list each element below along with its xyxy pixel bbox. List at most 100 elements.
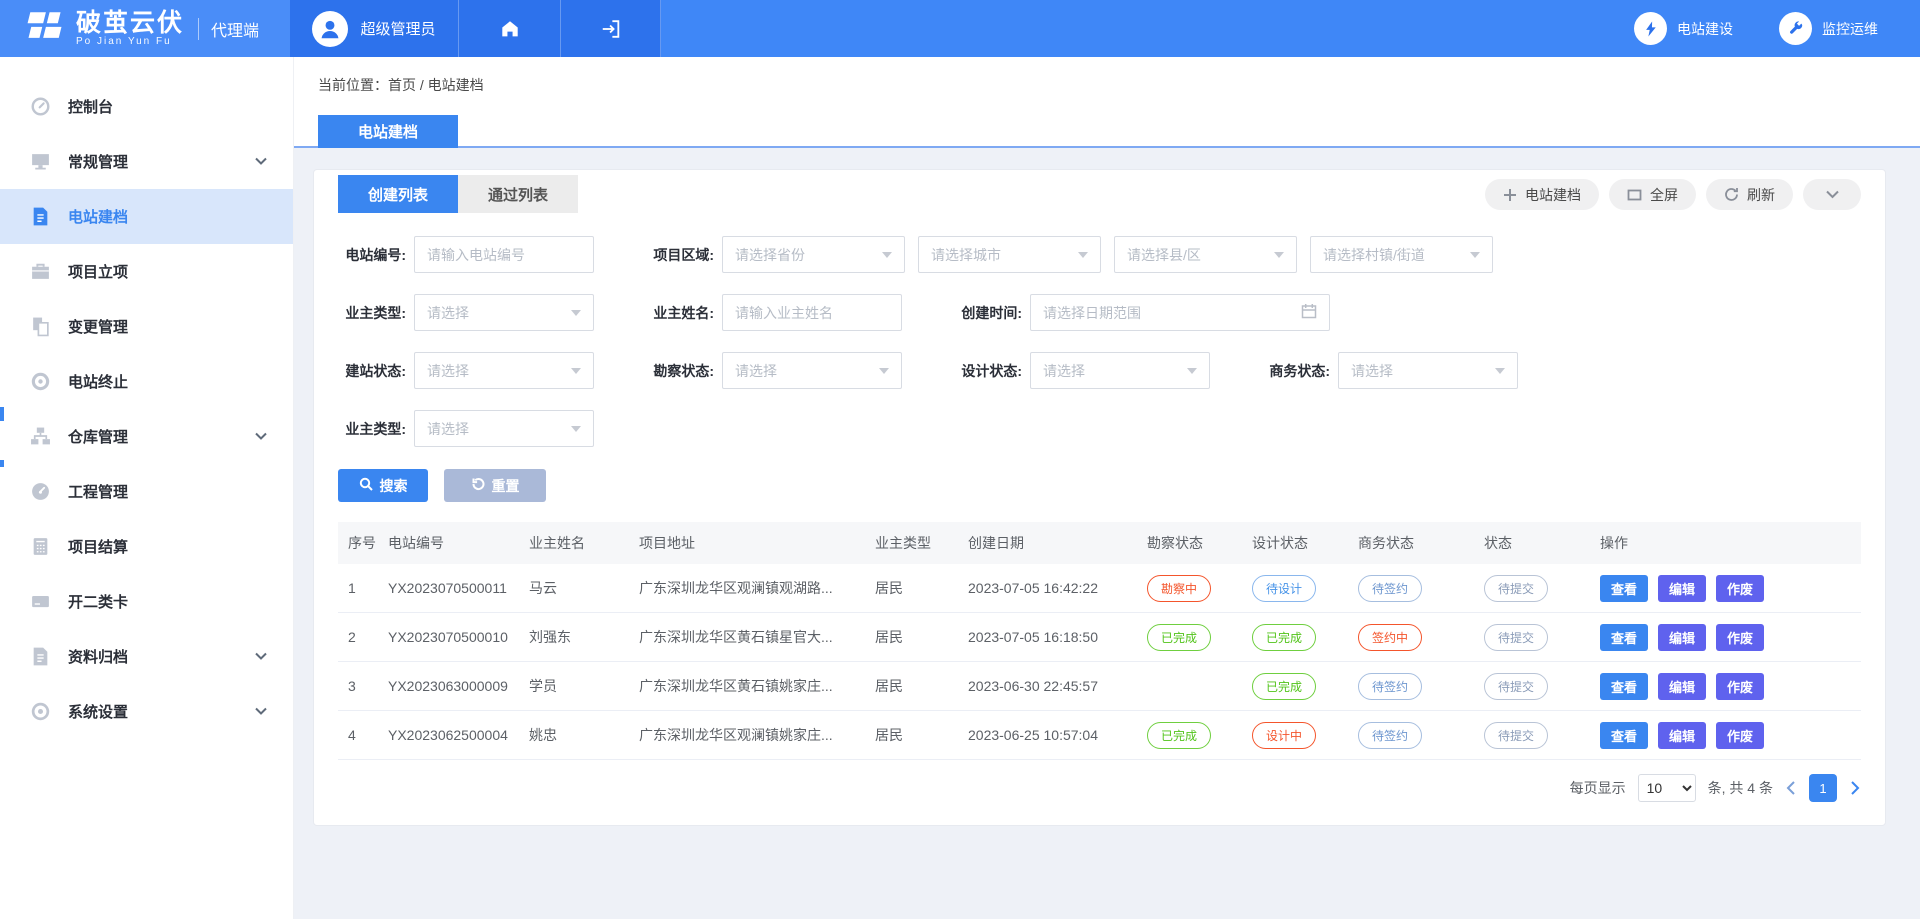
main-content: 当前位置：首页 / 电站建档 电站建档 创建列表 通过列表 电站建档 全屏: [294, 57, 1920, 919]
breadcrumb-path[interactable]: 首页 / 电站建档: [388, 77, 484, 93]
edit-button[interactable]: 编辑: [1658, 673, 1706, 700]
monitor-icon: [30, 151, 51, 172]
design-status-select[interactable]: 请选择: [1030, 352, 1210, 389]
table-row: 2 YX2023070500010 刘强东 广东深圳龙华区黄石镇星官大... 居…: [338, 613, 1861, 662]
cell-owner: 刘强东: [529, 627, 639, 647]
sidebar-item-data-archive[interactable]: 资料归档: [0, 629, 293, 684]
sidebar-item-open-class2-card[interactable]: 开二类卡: [0, 574, 293, 629]
city-select[interactable]: 请选择城市: [918, 236, 1101, 273]
document-icon: [30, 206, 51, 227]
owner-type-select[interactable]: 请选择: [414, 294, 594, 331]
logo-subtitle: Po Jian Yun Fu: [76, 36, 184, 47]
station-no-input[interactable]: 请输入电站编号: [414, 236, 594, 273]
sidebar-item-warehouse-mgmt[interactable]: 仓库管理: [0, 409, 293, 464]
sidebar-item-change-mgmt[interactable]: 变更管理: [0, 299, 293, 354]
chevron-down-icon: [255, 428, 267, 446]
town-select[interactable]: 请选择村镇/街道: [1310, 236, 1493, 273]
sidebar-item-project-settlement[interactable]: 项目结算: [0, 519, 293, 574]
col-header: 业主类型: [875, 533, 968, 553]
sidebar-item-station-archive[interactable]: 电站建档: [0, 189, 293, 244]
header-user-zone: 超级管理员: [290, 0, 661, 57]
logout-icon: [600, 18, 622, 40]
chevron-down-icon: [255, 153, 267, 171]
void-button[interactable]: 作废: [1716, 722, 1764, 749]
cell-no: 4: [348, 727, 388, 743]
nav-monitor-ops-label: 监控运维: [1822, 19, 1878, 39]
edit-button[interactable]: 编辑: [1658, 722, 1706, 749]
sidebar-item-project-approval[interactable]: 项目立项: [0, 244, 293, 299]
filter-row-1: 电站编号: 请输入电站编号 项目区域: 请选择省份 请选择城市 请选择县/区 请…: [338, 236, 1861, 273]
home-button[interactable]: [459, 0, 561, 57]
cell-owner-type: 居民: [875, 578, 968, 598]
next-page-button[interactable]: [1849, 780, 1861, 796]
page-tab-station-archive[interactable]: 电站建档: [318, 115, 458, 148]
view-button[interactable]: 查看: [1600, 722, 1648, 749]
prev-page-button[interactable]: [1785, 780, 1797, 796]
business-status-select[interactable]: 请选择: [1338, 352, 1518, 389]
date-range-input[interactable]: 请选择日期范围: [1030, 294, 1330, 331]
cell-owner: 马云: [529, 578, 639, 598]
view-button[interactable]: 查看: [1600, 575, 1648, 602]
filter-label: 业主类型:: [338, 419, 406, 439]
page-number-current[interactable]: 1: [1809, 774, 1837, 802]
status-badge: 已完成: [1252, 624, 1316, 651]
void-button[interactable]: 作废: [1716, 673, 1764, 700]
view-button[interactable]: 查看: [1600, 624, 1648, 651]
sidebar-scrollbar-segment[interactable]: [0, 407, 4, 421]
tab-passed-list[interactable]: 通过列表: [458, 175, 578, 213]
sidebar-item-label: 电站终止: [68, 371, 267, 392]
cell-owner: 姚忠: [529, 725, 639, 745]
sidebar: 控制台 常规管理 电站建档 项目立项 变更管理 电站终止 仓库管理: [0, 57, 294, 919]
collapse-toolbar-button[interactable]: [1803, 179, 1861, 210]
caret-down-icon: [1078, 252, 1088, 258]
build-status-select[interactable]: 请选择: [414, 352, 594, 389]
briefcase-icon: [30, 261, 51, 282]
per-page-select[interactable]: 10: [1638, 774, 1696, 802]
sidebar-item-label: 开二类卡: [68, 591, 267, 612]
view-button[interactable]: 查看: [1600, 673, 1648, 700]
sidebar-item-system-settings[interactable]: 系统设置: [0, 684, 293, 739]
search-button[interactable]: 搜索: [338, 469, 428, 502]
status-badge: 待提交: [1484, 624, 1548, 651]
refresh-button[interactable]: 刷新: [1706, 179, 1793, 210]
sidebar-item-general-mgmt[interactable]: 常规管理: [0, 134, 293, 189]
filter-label: 商务状态:: [1262, 361, 1330, 381]
void-button[interactable]: 作废: [1716, 624, 1764, 651]
row-actions: 查看 编辑 作废: [1600, 575, 1861, 602]
fullscreen-button[interactable]: 全屏: [1609, 179, 1696, 210]
owner-type-select-2[interactable]: 请选择: [414, 410, 594, 447]
sidebar-item-station-terminate[interactable]: 电站终止: [0, 354, 293, 409]
filter-create-time: 创建时间: 请选择日期范围: [954, 294, 1330, 331]
col-header: 业主姓名: [529, 533, 639, 553]
logo: 破茧云伏 Po Jian Yun Fu 代理端: [0, 0, 290, 57]
nav-monitor-ops[interactable]: 监控运维: [1779, 12, 1878, 45]
province-select[interactable]: 请选择省份: [722, 236, 905, 273]
col-header: 操作: [1600, 533, 1861, 553]
logout-button[interactable]: [561, 0, 661, 57]
placeholder-text: 请选择: [427, 361, 469, 381]
filter-row-2: 业主类型: 请选择 业主姓名: 请输入业主姓名 创建时间: 请选择日期范围: [338, 294, 1861, 331]
owner-name-input[interactable]: 请输入业主姓名: [722, 294, 902, 331]
status-badge: 勘察中: [1147, 575, 1211, 602]
user-name: 超级管理员: [360, 18, 435, 39]
status-badge: 已完成: [1147, 722, 1211, 749]
current-user[interactable]: 超级管理员: [290, 0, 459, 57]
app-screen: 破茧云伏 Po Jian Yun Fu 代理端 超级管理员: [0, 0, 1920, 919]
add-station-button[interactable]: 电站建档: [1485, 179, 1599, 210]
sidebar-scrollbar-segment[interactable]: [0, 460, 4, 467]
caret-down-icon: [571, 426, 581, 432]
nav-station-build[interactable]: 电站建设: [1634, 12, 1733, 45]
col-header: 设计状态: [1252, 533, 1358, 553]
county-select[interactable]: 请选择县/区: [1114, 236, 1297, 273]
void-button[interactable]: 作废: [1716, 575, 1764, 602]
survey-status-select[interactable]: 请选择: [722, 352, 902, 389]
sidebar-item-console[interactable]: 控制台: [0, 79, 293, 134]
sidebar-item-engineering-mgmt[interactable]: 工程管理: [0, 464, 293, 519]
tab-create-list[interactable]: 创建列表: [338, 175, 458, 213]
edit-button[interactable]: 编辑: [1658, 624, 1706, 651]
divider: [198, 18, 199, 40]
edit-button[interactable]: 编辑: [1658, 575, 1706, 602]
search-icon: [359, 477, 373, 494]
pages-icon: [30, 316, 51, 337]
reset-button[interactable]: 重置: [444, 469, 546, 502]
